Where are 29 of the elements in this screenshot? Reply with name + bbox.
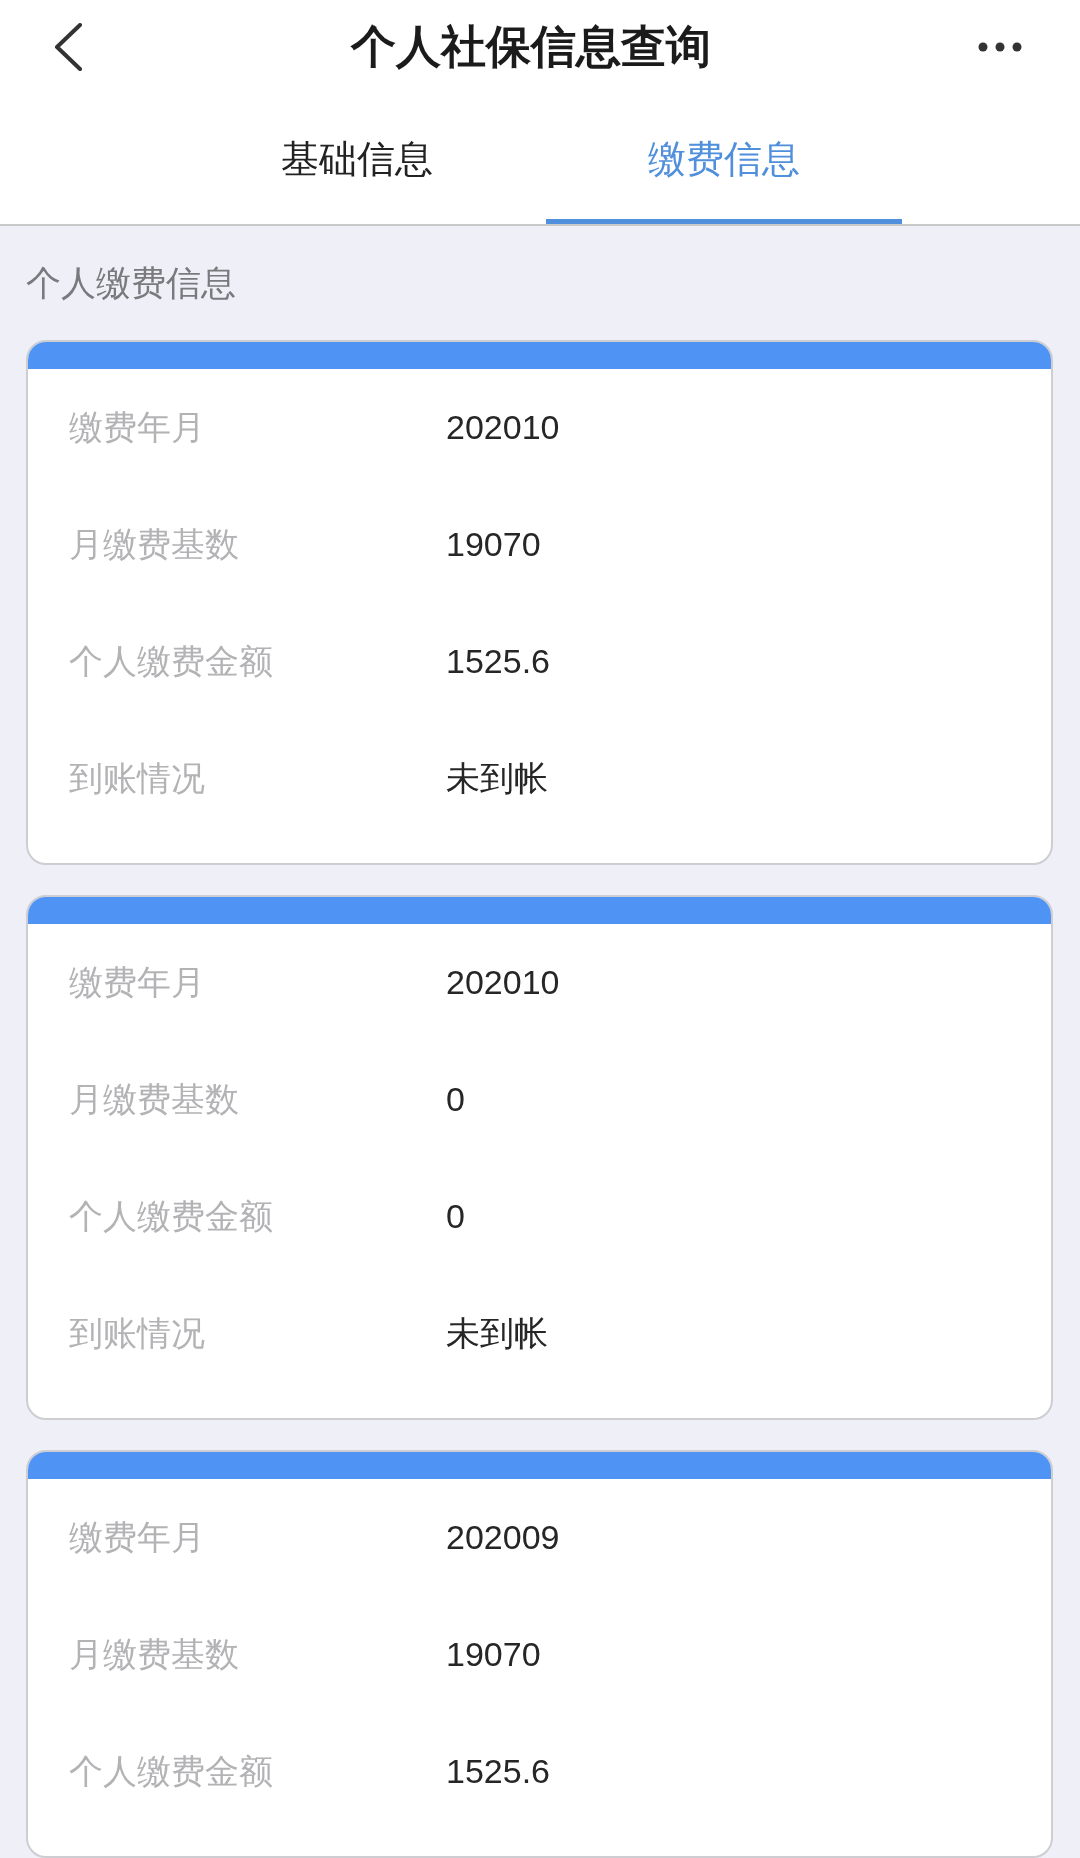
field-label: 到账情况 (69, 1312, 206, 1354)
more-icon (978, 42, 1022, 52)
field-value: 0 (446, 1197, 465, 1236)
field-label: 个人缴费金额 (69, 1195, 274, 1237)
tab[interactable]: 基础信息 (178, 94, 535, 224)
more-button[interactable] (978, 42, 1022, 52)
field-label: 缴费年月 (69, 1516, 206, 1558)
back-button[interactable] (53, 23, 83, 71)
field-value: 202010 (446, 408, 560, 447)
page-title: 个人社保信息查询 (350, 20, 711, 74)
field-label: 个人缴费金额 (69, 1750, 274, 1792)
field-value: 202010 (446, 963, 560, 1002)
field-label: 月缴费基数 (69, 1078, 240, 1120)
field-label: 到账情况 (69, 757, 206, 799)
field-value: 202009 (446, 1518, 560, 1557)
back-icon (53, 23, 83, 71)
field-label: 个人缴费金额 (69, 640, 274, 682)
field-label: 缴费年月 (69, 961, 206, 1003)
field-value: 1525.6 (446, 1752, 550, 1791)
section-title: 个人缴费信息 (25, 261, 237, 304)
field-label: 缴费年月 (69, 406, 206, 448)
field-label: 月缴费基数 (69, 523, 240, 565)
field-label: 月缴费基数 (69, 1633, 240, 1675)
field-value: 19070 (446, 525, 541, 564)
field-value: 1525.6 (446, 642, 550, 681)
field-value: 未到帐 (446, 1312, 548, 1354)
field-value: 0 (446, 1080, 465, 1119)
field-value: 未到帐 (446, 757, 548, 799)
field-value: 19070 (446, 1635, 541, 1674)
